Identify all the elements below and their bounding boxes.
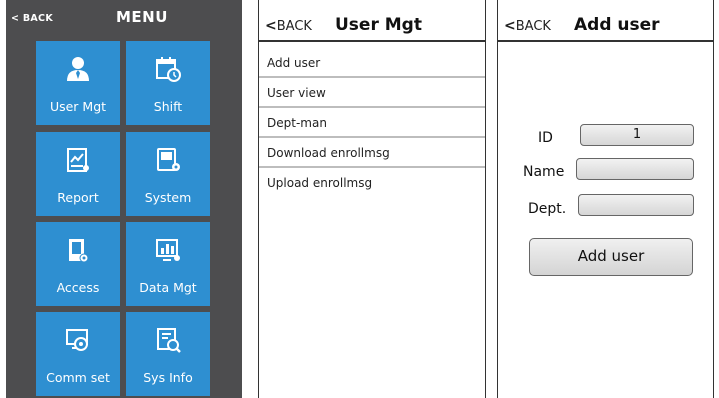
data-chart-icon — [156, 239, 180, 261]
tile-report[interactable]: Report — [36, 132, 120, 216]
menu-back-button[interactable]: < BACK — [11, 13, 53, 24]
tile-label: System — [144, 190, 192, 205]
tile-system[interactable]: System — [126, 132, 210, 216]
tile-comm-set[interactable]: Comm set — [36, 312, 120, 396]
user-mgt-header: <BACK User Mgt — [259, 0, 485, 42]
add-user-header: <BACK Add user — [498, 0, 713, 42]
user-mgt-back-button[interactable]: <BACK — [265, 18, 312, 34]
user-mgt-menu-list: Add user User view Dept-man Download enr… — [259, 48, 485, 198]
tile-access[interactable]: Access — [36, 222, 120, 306]
menu-item-label: Add user — [267, 56, 321, 70]
user-mgt-screen: <BACK User Mgt Add user User view Dept-m… — [258, 0, 486, 398]
tile-label: Shift — [153, 99, 183, 114]
add-user-back-button[interactable]: <BACK — [504, 18, 551, 34]
tile-label: Data Mgt — [139, 280, 197, 295]
menu-title: MENU — [116, 8, 168, 26]
calendar-clock-icon — [156, 57, 181, 82]
menu-item-label: User view — [267, 86, 326, 100]
tile-sys-info[interactable]: Sys Info — [126, 312, 210, 396]
add-user-screen: <BACK Add user ID 1 Name Dept. Add user — [497, 0, 714, 398]
menu-item-upload-enrollmsg[interactable]: Upload enrollmsg — [259, 168, 485, 198]
dept-label: Dept. — [528, 201, 567, 217]
name-label: Name — [523, 164, 565, 180]
user-mgt-title: User Mgt — [335, 15, 422, 35]
menu-item-dept-man[interactable]: Dept-man — [259, 108, 485, 138]
users-icon — [67, 57, 89, 81]
dept-field[interactable] — [578, 194, 694, 216]
report-icon — [67, 148, 89, 172]
comm-settings-icon — [66, 329, 88, 351]
tile-shift[interactable]: Shift — [126, 41, 210, 125]
tile-label: User Mgt — [49, 99, 107, 114]
tile-user-mgt[interactable]: User Mgt — [36, 41, 120, 125]
tile-label: Access — [56, 280, 100, 295]
id-label: ID — [538, 130, 553, 146]
id-field[interactable]: 1 — [580, 124, 694, 146]
name-field[interactable] — [576, 158, 694, 180]
access-icon — [69, 239, 89, 263]
back-label: BACK — [515, 19, 551, 34]
sys-info-icon — [157, 328, 181, 353]
tile-label: Comm set — [46, 370, 110, 385]
back-label: BACK — [276, 19, 312, 34]
menu-header: < BACK MENU — [6, 0, 242, 36]
menu-item-add-user[interactable]: Add user — [259, 48, 485, 78]
tile-label: Report — [57, 190, 99, 205]
tile-data-mgt[interactable]: Data Mgt — [126, 222, 210, 306]
add-user-button[interactable]: Add user — [529, 238, 693, 276]
menu-item-label: Upload enrollmsg — [267, 176, 373, 190]
menu-item-label: Dept-man — [267, 116, 327, 130]
menu-screen: < BACK MENU User Mgt Shift Report System… — [6, 0, 242, 398]
back-arrow-icon: < — [265, 18, 277, 34]
menu-item-label: Download enrollmsg — [267, 146, 390, 160]
menu-item-download-enrollmsg[interactable]: Download enrollmsg — [259, 138, 485, 168]
tile-label: Sys Info — [143, 370, 193, 385]
menu-item-user-view[interactable]: User view — [259, 78, 485, 108]
add-user-title: Add user — [574, 15, 660, 35]
system-icon — [157, 148, 180, 171]
back-arrow-icon: < — [504, 18, 516, 34]
